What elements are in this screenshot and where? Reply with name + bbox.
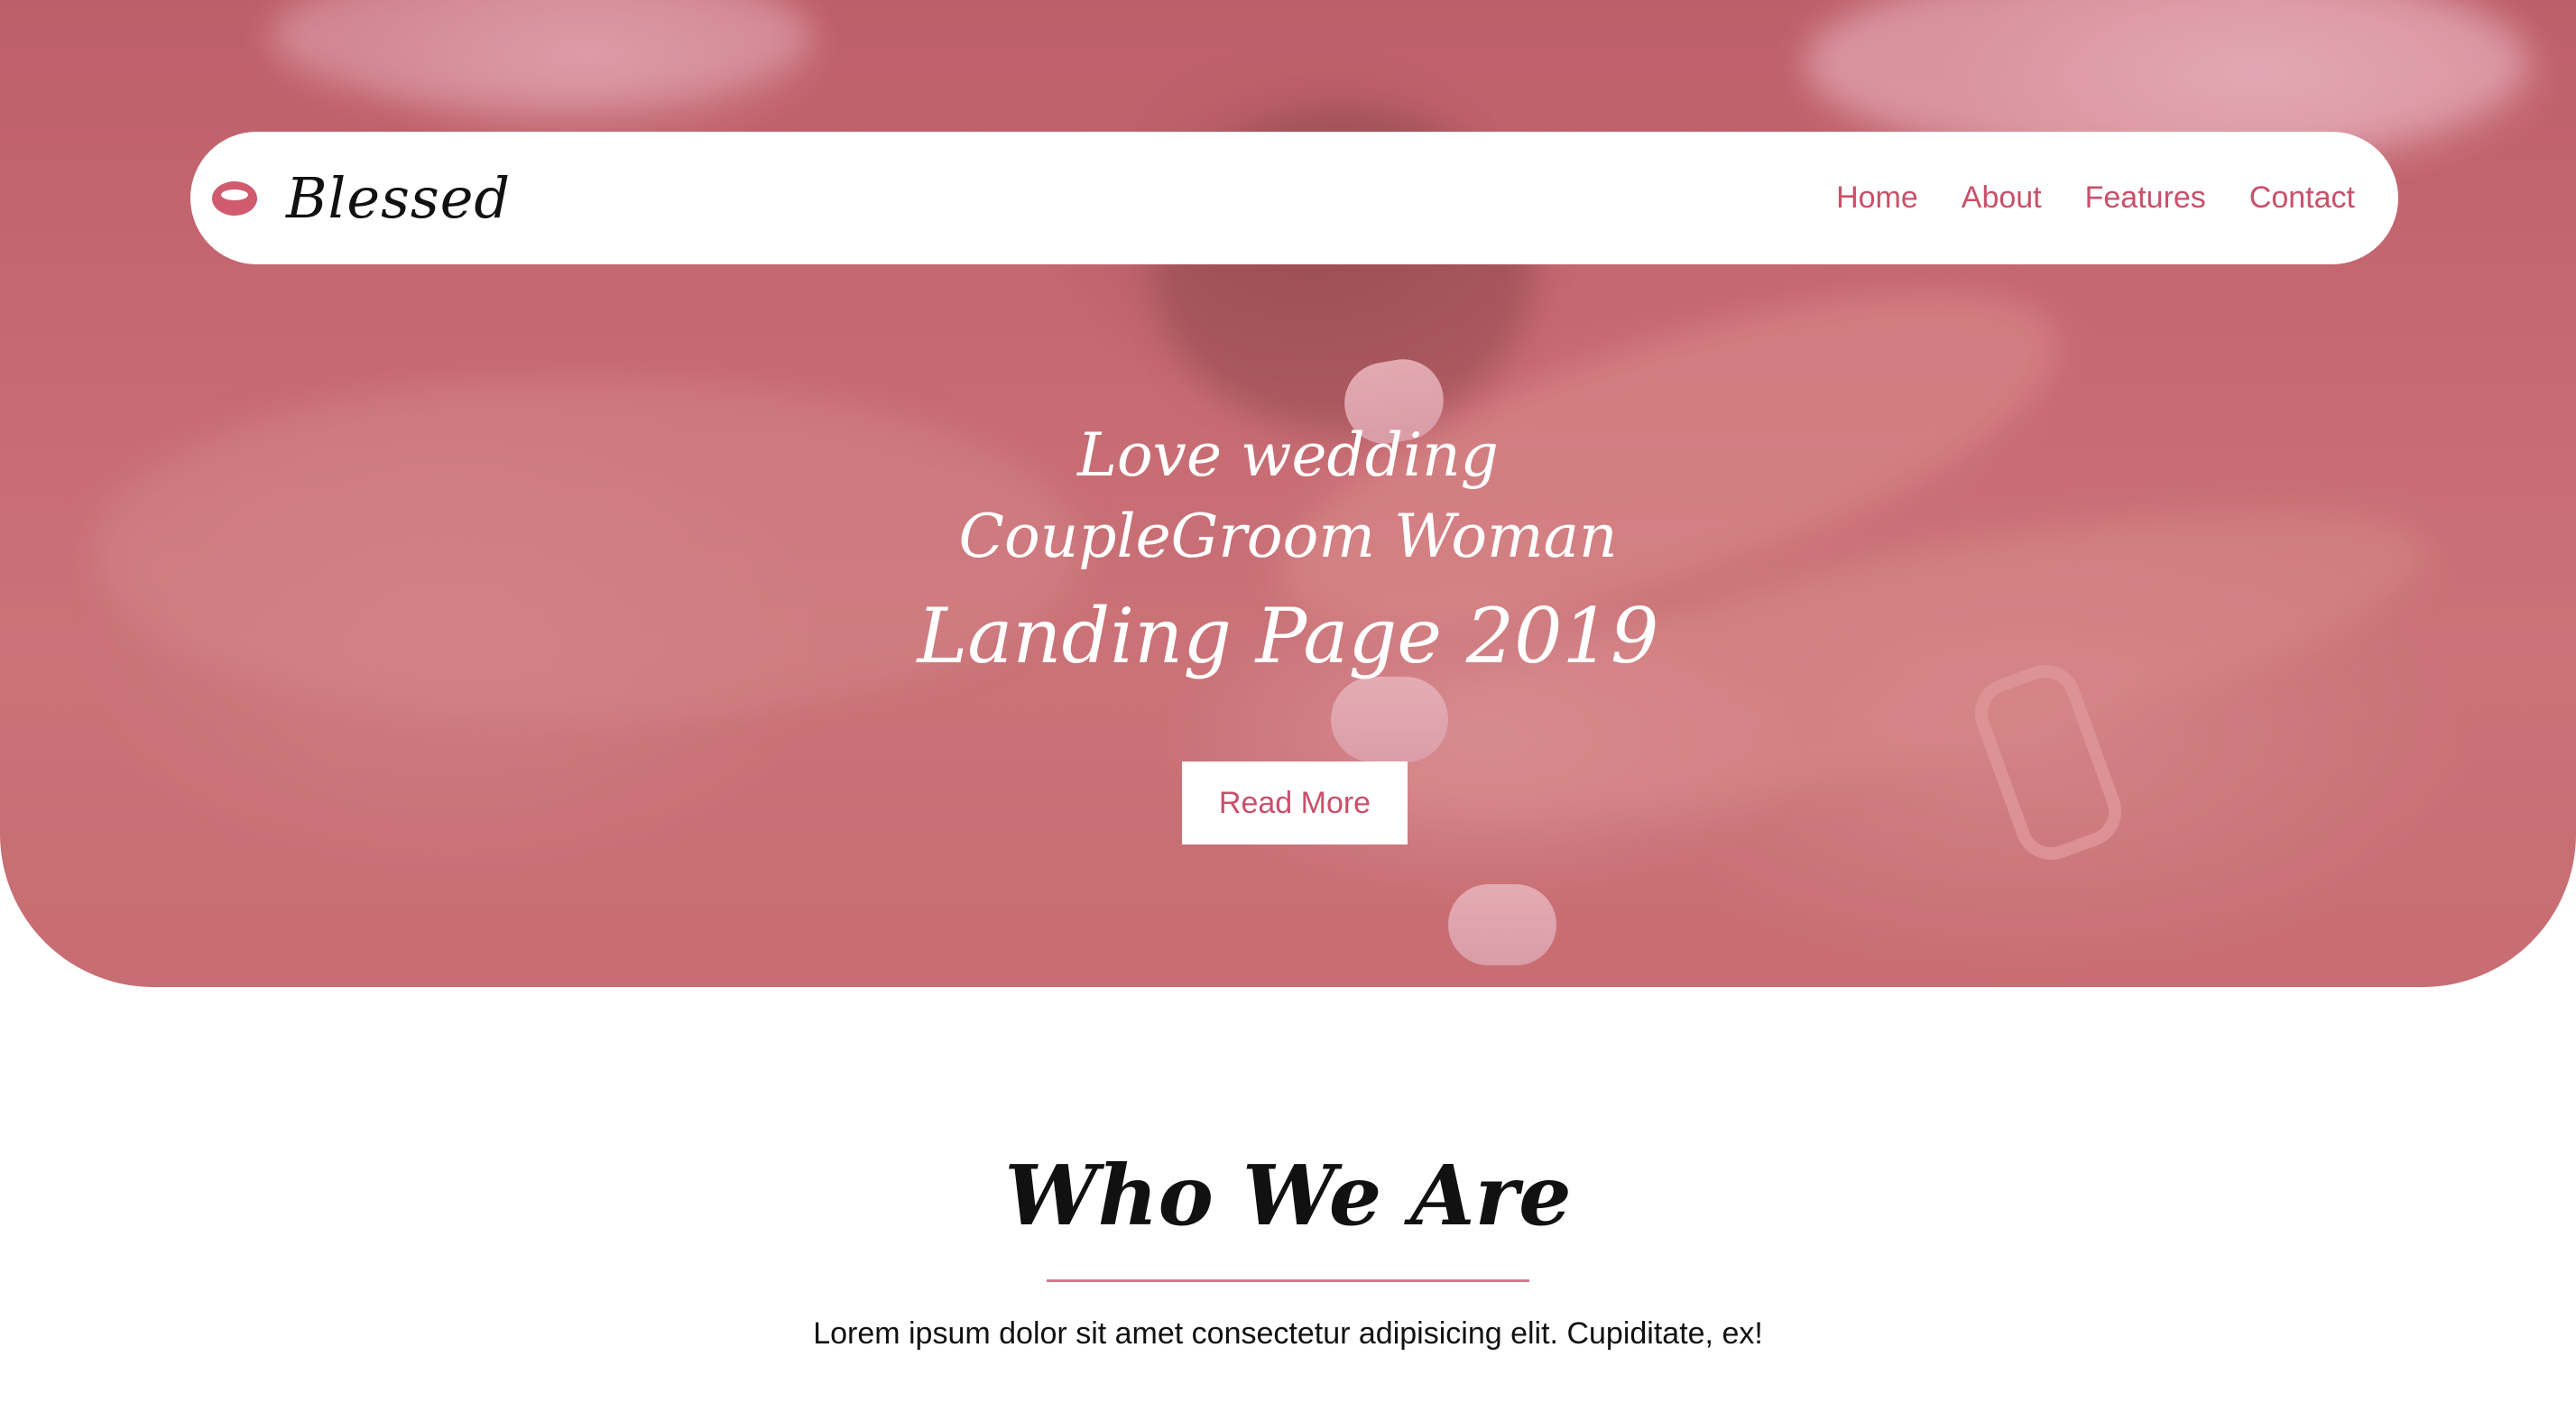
brand-name: Blessed: [286, 165, 512, 231]
hero-title-line2: Landing Page 2019: [917, 592, 1659, 680]
brand[interactable]: Blessed: [212, 165, 511, 231]
nav-link-contact[interactable]: Contact: [2249, 180, 2355, 216]
nav-links: Home About Features Contact: [1836, 180, 2355, 216]
nav-link-home[interactable]: Home: [1836, 180, 1918, 216]
read-more-button[interactable]: Read More: [1182, 761, 1408, 845]
hero-heading: Love wedding CoupleGroom Woman Landing P…: [0, 415, 2576, 686]
navbar: Blessed Home About Features Contact: [190, 132, 2398, 264]
title-underline: [1047, 1279, 1529, 1282]
nav-link-about[interactable]: About: [1962, 180, 2042, 216]
nav-link-features[interactable]: Features: [2085, 180, 2206, 216]
ring-icon: [212, 180, 257, 216]
hero-title-line1: Love wedding CoupleGroom Woman: [958, 420, 1618, 571]
hero-section: Blessed Home About Features Contact Love…: [0, 0, 2576, 987]
who-we-are-section: Who We Are Lorem ipsum dolor sit amet co…: [0, 1128, 2576, 1352]
section-title: Who We Are: [1004, 1147, 1572, 1244]
section-text: Lorem ipsum dolor sit amet consectetur a…: [813, 1316, 1763, 1351]
